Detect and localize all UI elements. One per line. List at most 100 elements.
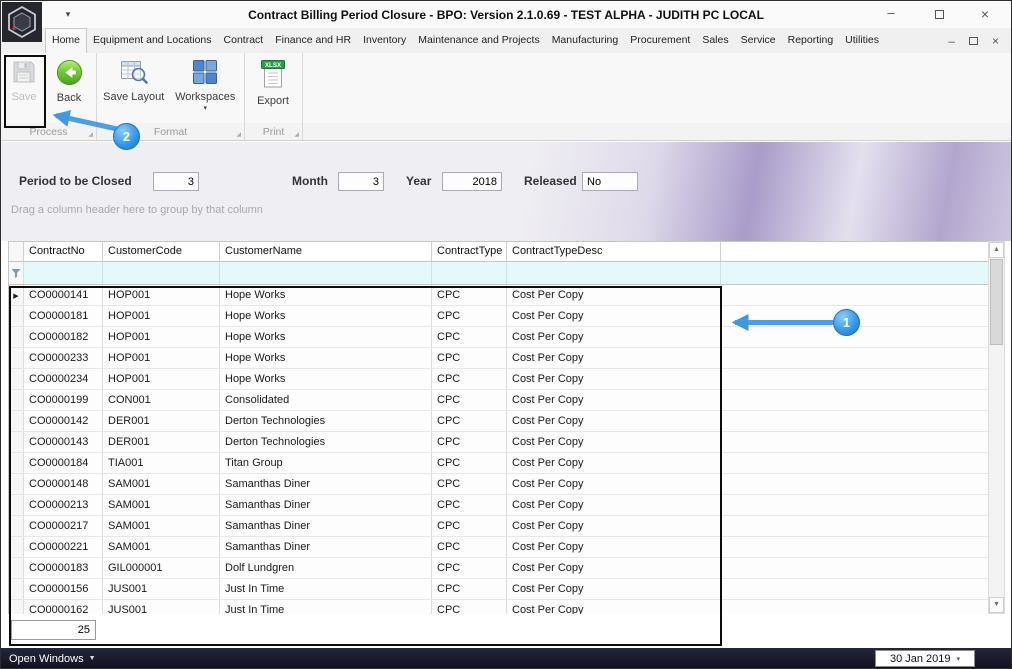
table-row[interactable]: CO0000217SAM001Samanthas DinerCPCCost Pe… xyxy=(9,516,988,537)
cell-customercode[interactable]: GIL000001 xyxy=(103,558,220,578)
cell-contractno[interactable]: CO0000184 xyxy=(24,453,103,473)
cell-contractno[interactable]: CO0000143 xyxy=(24,432,103,452)
table-row[interactable]: CO0000162JUS001Just In TimeCPCCost Per C… xyxy=(9,600,988,614)
groupby-dropzone[interactable]: Drag a column header here to group by th… xyxy=(11,204,1001,216)
cell-contracttype[interactable]: CPC xyxy=(432,537,507,557)
cell-customercode[interactable]: HOP001 xyxy=(103,306,220,326)
cell-customercode[interactable]: TIA001 xyxy=(103,453,220,473)
table-row[interactable]: CO0000199CON001ConsolidatedCPCCost Per C… xyxy=(9,390,988,411)
table-row[interactable]: ▶ CO0000141HOP001Hope WorksCPCCost Per C… xyxy=(9,285,988,306)
save-button[interactable]: Save xyxy=(3,55,45,121)
cell-customername[interactable]: Just In Time xyxy=(220,579,432,599)
tab-sales[interactable]: Sales xyxy=(696,28,734,53)
filter-cell-contractno[interactable] xyxy=(24,262,103,284)
cell-customercode[interactable]: SAM001 xyxy=(103,474,220,494)
cell-contractno[interactable]: CO0000142 xyxy=(24,411,103,431)
cell-customercode[interactable]: DER001 xyxy=(103,411,220,431)
table-row[interactable]: CO0000221SAM001Samanthas DinerCPCCost Pe… xyxy=(9,537,988,558)
cell-customercode[interactable]: HOP001 xyxy=(103,327,220,347)
cell-customercode[interactable]: HOP001 xyxy=(103,369,220,389)
month-field[interactable] xyxy=(338,172,384,191)
cell-contracttypedesc[interactable]: Cost Per Copy xyxy=(507,390,721,410)
scroll-down-button[interactable]: ▼ xyxy=(989,597,1004,613)
scrollbar-thumb[interactable] xyxy=(990,259,1003,345)
cell-contracttypedesc[interactable]: Cost Per Copy xyxy=(507,369,721,389)
table-row[interactable]: CO0000233HOP001Hope WorksCPCCost Per Cop… xyxy=(9,348,988,369)
cell-customercode[interactable]: JUS001 xyxy=(103,600,220,614)
cell-contracttype[interactable]: CPC xyxy=(432,390,507,410)
cell-contracttypedesc[interactable]: Cost Per Copy xyxy=(507,432,721,452)
table-row[interactable]: CO0000183GIL000001Dolf LundgrenCPCCost P… xyxy=(9,558,988,579)
cell-contracttype[interactable]: CPC xyxy=(432,432,507,452)
cell-contracttype[interactable]: CPC xyxy=(432,306,507,326)
cell-contracttype[interactable]: CPC xyxy=(432,474,507,494)
tab-home[interactable]: Home xyxy=(45,28,87,53)
cell-contracttypedesc[interactable]: Cost Per Copy xyxy=(507,348,721,368)
cell-contracttypedesc[interactable]: Cost Per Copy xyxy=(507,600,721,614)
cell-contracttype[interactable]: CPC xyxy=(432,453,507,473)
cell-contracttype[interactable]: CPC xyxy=(432,285,507,305)
table-row[interactable]: CO0000213SAM001Samanthas DinerCPCCost Pe… xyxy=(9,495,988,516)
tab-finance-and-hr[interactable]: Finance and HR xyxy=(269,28,357,53)
column-header-customername[interactable]: CustomerName xyxy=(220,242,432,261)
cell-customername[interactable]: Just In Time xyxy=(220,600,432,614)
vertical-scrollbar[interactable]: ▲ ▼ xyxy=(988,241,1005,614)
cell-customername[interactable]: Derton Technologies xyxy=(220,411,432,431)
cell-contracttypedesc[interactable]: Cost Per Copy xyxy=(507,327,721,347)
table-row[interactable]: CO0000181HOP001Hope WorksCPCCost Per Cop… xyxy=(9,306,988,327)
cell-customername[interactable]: Hope Works xyxy=(220,306,432,326)
mdi-restore-button[interactable] xyxy=(969,34,978,48)
mdi-close-button[interactable]: × xyxy=(992,34,999,48)
cell-customercode[interactable]: SAM001 xyxy=(103,495,220,515)
cell-contracttype[interactable]: CPC xyxy=(432,579,507,599)
table-row[interactable]: CO0000234HOP001Hope WorksCPCCost Per Cop… xyxy=(9,369,988,390)
cell-contracttype[interactable]: CPC xyxy=(432,600,507,614)
column-header-contracttype[interactable]: ContractType xyxy=(432,242,507,261)
cell-customername[interactable]: Hope Works xyxy=(220,327,432,347)
table-row[interactable]: CO0000142DER001Derton TechnologiesCPCCos… xyxy=(9,411,988,432)
cell-contracttype[interactable]: CPC xyxy=(432,369,507,389)
filter-cell-customername[interactable] xyxy=(220,262,432,284)
cell-contractno[interactable]: CO0000234 xyxy=(24,369,103,389)
cell-customercode[interactable]: DER001 xyxy=(103,432,220,452)
mdi-minimize-button[interactable]: – xyxy=(948,34,955,48)
cell-contracttypedesc[interactable]: Cost Per Copy xyxy=(507,474,721,494)
cell-contracttypedesc[interactable]: Cost Per Copy xyxy=(507,495,721,515)
workspaces-button[interactable]: Workspaces ▾ xyxy=(169,55,242,121)
tab-procurement[interactable]: Procurement xyxy=(624,28,696,53)
filter-cell-contracttypedesc[interactable] xyxy=(507,262,721,284)
cell-contractno[interactable]: CO0000181 xyxy=(24,306,103,326)
back-button[interactable]: Back xyxy=(45,55,93,121)
cell-contracttype[interactable]: CPC xyxy=(432,348,507,368)
cell-customercode[interactable]: JUS001 xyxy=(103,579,220,599)
cell-customername[interactable]: Hope Works xyxy=(220,348,432,368)
cell-customercode[interactable]: SAM001 xyxy=(103,516,220,536)
cell-customername[interactable]: Samanthas Diner xyxy=(220,495,432,515)
cell-contracttypedesc[interactable]: Cost Per Copy xyxy=(507,306,721,326)
cell-customercode[interactable]: HOP001 xyxy=(103,348,220,368)
cell-contracttypedesc[interactable]: Cost Per Copy xyxy=(507,285,721,305)
tab-manufacturing[interactable]: Manufacturing xyxy=(546,28,625,53)
table-row[interactable]: CO0000182HOP001Hope WorksCPCCost Per Cop… xyxy=(9,327,988,348)
cell-contractno[interactable]: CO0000213 xyxy=(24,495,103,515)
save-layout-button[interactable]: Save Layout xyxy=(99,55,169,121)
tab-reporting[interactable]: Reporting xyxy=(782,28,840,53)
cell-contractno[interactable]: CO0000148 xyxy=(24,474,103,494)
table-row[interactable]: CO0000143DER001Derton TechnologiesCPCCos… xyxy=(9,432,988,453)
tab-maintenance-and-projects[interactable]: Maintenance and Projects xyxy=(412,28,545,53)
open-windows-dropdown[interactable]: Open Windows ▼ xyxy=(1,653,96,665)
cell-contracttypedesc[interactable]: Cost Per Copy xyxy=(507,537,721,557)
cell-contracttypedesc[interactable]: Cost Per Copy xyxy=(507,558,721,578)
cell-customername[interactable]: Samanthas Diner xyxy=(220,516,432,536)
table-row[interactable]: CO0000148SAM001Samanthas DinerCPCCost Pe… xyxy=(9,474,988,495)
cell-contractno[interactable]: CO0000183 xyxy=(24,558,103,578)
column-header-contractno[interactable]: ContractNo xyxy=(24,242,103,261)
cell-contracttypedesc[interactable]: Cost Per Copy xyxy=(507,411,721,431)
record-count-field[interactable] xyxy=(11,620,96,640)
cell-contractno[interactable]: CO0000217 xyxy=(24,516,103,536)
export-button[interactable]: XLSX Export xyxy=(247,55,299,121)
released-field[interactable] xyxy=(582,172,638,191)
cell-customername[interactable]: Derton Technologies xyxy=(220,432,432,452)
cell-contractno[interactable]: CO0000199 xyxy=(24,390,103,410)
cell-customercode[interactable]: CON001 xyxy=(103,390,220,410)
